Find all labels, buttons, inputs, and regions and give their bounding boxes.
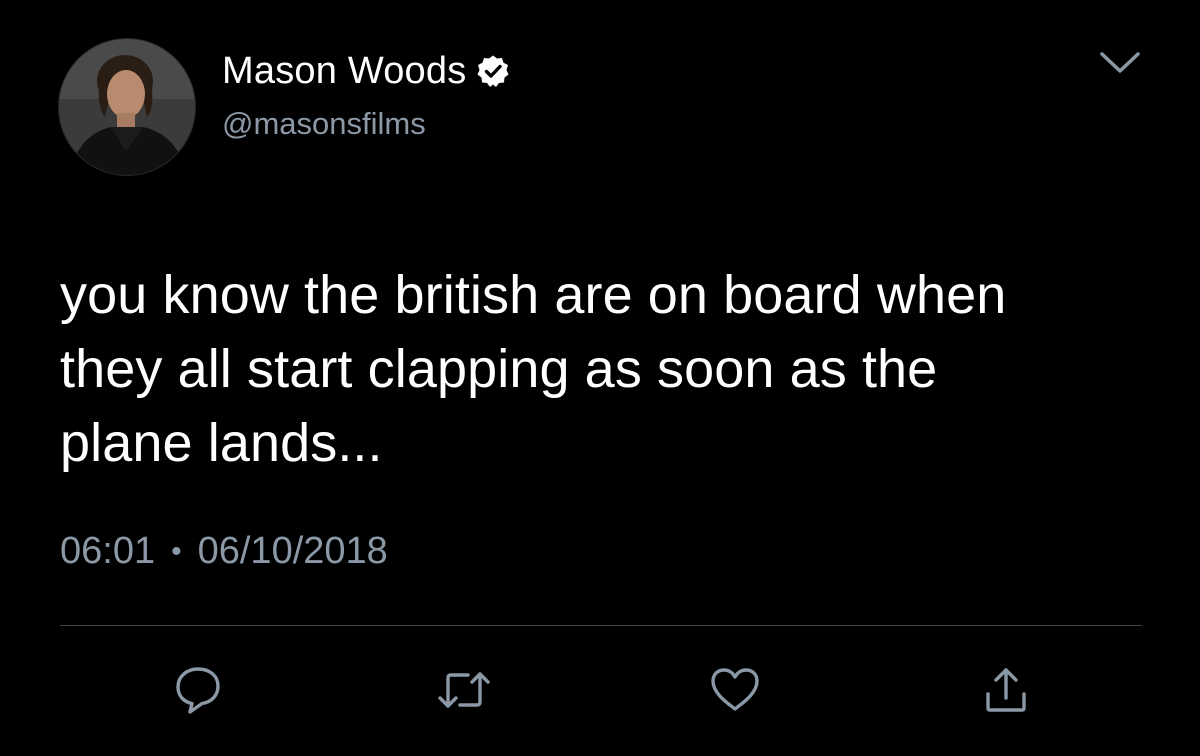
tweet-text: you know the british are on board when t…	[60, 265, 1007, 473]
reply-icon	[176, 667, 220, 714]
author-name-row[interactable]: Mason Woods	[222, 47, 510, 95]
retweet-icon	[438, 672, 490, 708]
like-button[interactable]	[705, 660, 765, 720]
meta-separator: •	[171, 534, 182, 568]
tweet-time: 06:01	[60, 530, 156, 572]
divider	[60, 625, 1142, 626]
avatar[interactable]	[58, 38, 196, 176]
share-button[interactable]	[976, 660, 1036, 720]
share-icon	[986, 668, 1026, 712]
tweet-date: 06/10/2018	[197, 530, 388, 572]
avatar-photo	[59, 39, 195, 175]
user-handle[interactable]: @masonsfilms	[222, 106, 426, 142]
display-name[interactable]: Mason Woods	[222, 50, 466, 93]
verified-badge-icon	[476, 54, 510, 88]
reply-button[interactable]	[168, 660, 228, 720]
chevron-down-icon[interactable]	[1096, 48, 1144, 78]
tweet-timestamp[interactable]: 06:01 • 06/10/2018	[60, 530, 388, 573]
retweet-button[interactable]	[434, 660, 494, 720]
action-bar	[0, 660, 1200, 720]
tweet-card: Mason Woods @masonsfilms you know the br…	[0, 0, 1200, 756]
like-icon	[711, 668, 759, 711]
